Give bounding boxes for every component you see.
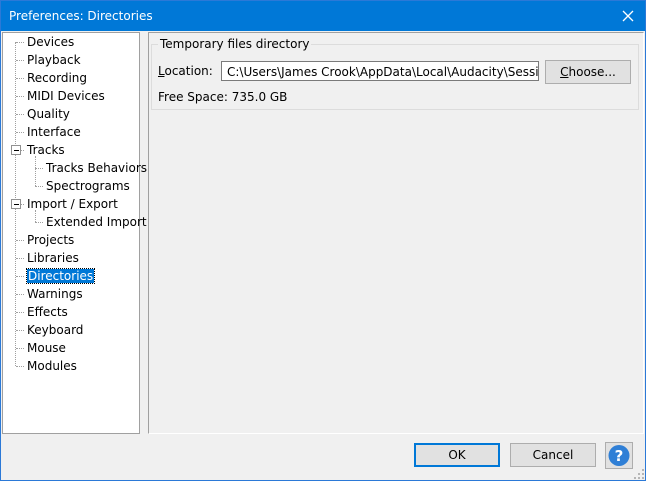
tree-item-extended-import[interactable]: Extended Import [46, 214, 147, 230]
tree-item-modules[interactable]: Modules [27, 358, 77, 374]
tree-connector [16, 366, 24, 367]
tree-item-devices[interactable]: Devices [27, 34, 74, 50]
svg-text:?: ? [615, 447, 624, 465]
tree-item-keyboard[interactable]: Keyboard [27, 322, 83, 338]
tree-item-label: Quality [27, 107, 70, 121]
tree-item-effects[interactable]: Effects [27, 304, 68, 320]
free-space-label: Free Space: [158, 90, 228, 104]
collapse-toggle[interactable] [11, 145, 21, 155]
tree-connector [16, 60, 24, 61]
resize-grip-icon[interactable] [634, 469, 644, 479]
ok-button[interactable]: OK [414, 443, 500, 467]
tree-connector [16, 132, 24, 133]
tree-connector [16, 240, 24, 241]
free-space: Free Space: 735.0 GB [158, 90, 287, 104]
tree-item-label: Libraries [27, 251, 79, 265]
title-bar: Preferences: Directories [1, 1, 645, 31]
tree-connector [16, 276, 24, 277]
close-button[interactable] [611, 1, 645, 31]
tree-connector [16, 42, 24, 43]
tree-connector [35, 222, 43, 223]
tree-connector [16, 258, 24, 259]
cancel-button[interactable]: Cancel [510, 443, 596, 467]
tree-connector [16, 348, 24, 349]
tree-connector [16, 330, 24, 331]
tree-item-recording[interactable]: Recording [27, 70, 87, 86]
window-title: Preferences: Directories [9, 9, 153, 23]
tree-item-interface[interactable]: Interface [27, 124, 81, 140]
tree-item-label: Tracks [27, 143, 65, 157]
tree-connector [35, 156, 36, 186]
tree-item-label: Keyboard [27, 323, 84, 337]
tree-item-label: Projects [27, 233, 75, 247]
tree-item-playback[interactable]: Playback [27, 52, 81, 68]
help-icon: ? [608, 445, 630, 466]
tree-item-tracks-behaviors[interactable]: Tracks Behaviors [46, 160, 147, 176]
tree-item-label: Playback [27, 53, 81, 67]
tree-item-label: Modules [27, 359, 77, 373]
tree-item-import-export[interactable]: Import / Export [27, 196, 118, 212]
location-input[interactable]: C:\Users\James Crook\AppData\Local\Audac… [221, 61, 539, 81]
tree-item-warnings[interactable]: Warnings [27, 286, 83, 302]
tree-connector [16, 78, 24, 79]
tree-item-mouse[interactable]: Mouse [27, 340, 66, 356]
tree-item-libraries[interactable]: Libraries [27, 250, 79, 266]
tree-item-label: Recording [27, 71, 88, 85]
tree-item-directories[interactable]: Directories [25, 268, 96, 284]
tree-item-label: Extended Import [46, 215, 147, 229]
tree-item-midi-devices[interactable]: MIDI Devices [27, 88, 105, 104]
tree-item-tracks[interactable]: Tracks [27, 142, 65, 158]
tree-item-label: Mouse [27, 341, 66, 355]
tree-item-label: MIDI Devices [27, 89, 105, 103]
tree-item-label: Directories [25, 268, 96, 284]
location-label: Location: [158, 64, 213, 78]
group-legend: Temporary files directory [158, 37, 312, 51]
tree-connector [35, 186, 43, 187]
close-icon [622, 10, 634, 22]
tree-item-projects[interactable]: Projects [27, 232, 74, 248]
choose-button[interactable]: Choose... [545, 60, 631, 84]
tree-item-label: Devices [27, 35, 75, 49]
tree-item-quality[interactable]: Quality [27, 106, 70, 122]
collapse-toggle[interactable] [11, 199, 21, 209]
tree-connector [35, 168, 43, 169]
tree-item-label: Effects [27, 305, 68, 319]
tree-item-label: Tracks Behaviors [46, 161, 148, 175]
tree-item-label: Interface [27, 125, 81, 139]
tree-item-label: Spectrograms [46, 179, 130, 193]
tree-connector [16, 294, 24, 295]
tree-connector [16, 312, 24, 313]
free-space-value: 735.0 GB [231, 90, 288, 104]
tree-connector [16, 96, 24, 97]
help-button[interactable]: ? [605, 442, 633, 469]
tree-item-spectrograms[interactable]: Spectrograms [46, 178, 130, 194]
tree-connector [16, 114, 24, 115]
tree-item-label: Import / Export [27, 197, 118, 211]
tree-item-label: Warnings [27, 287, 83, 301]
